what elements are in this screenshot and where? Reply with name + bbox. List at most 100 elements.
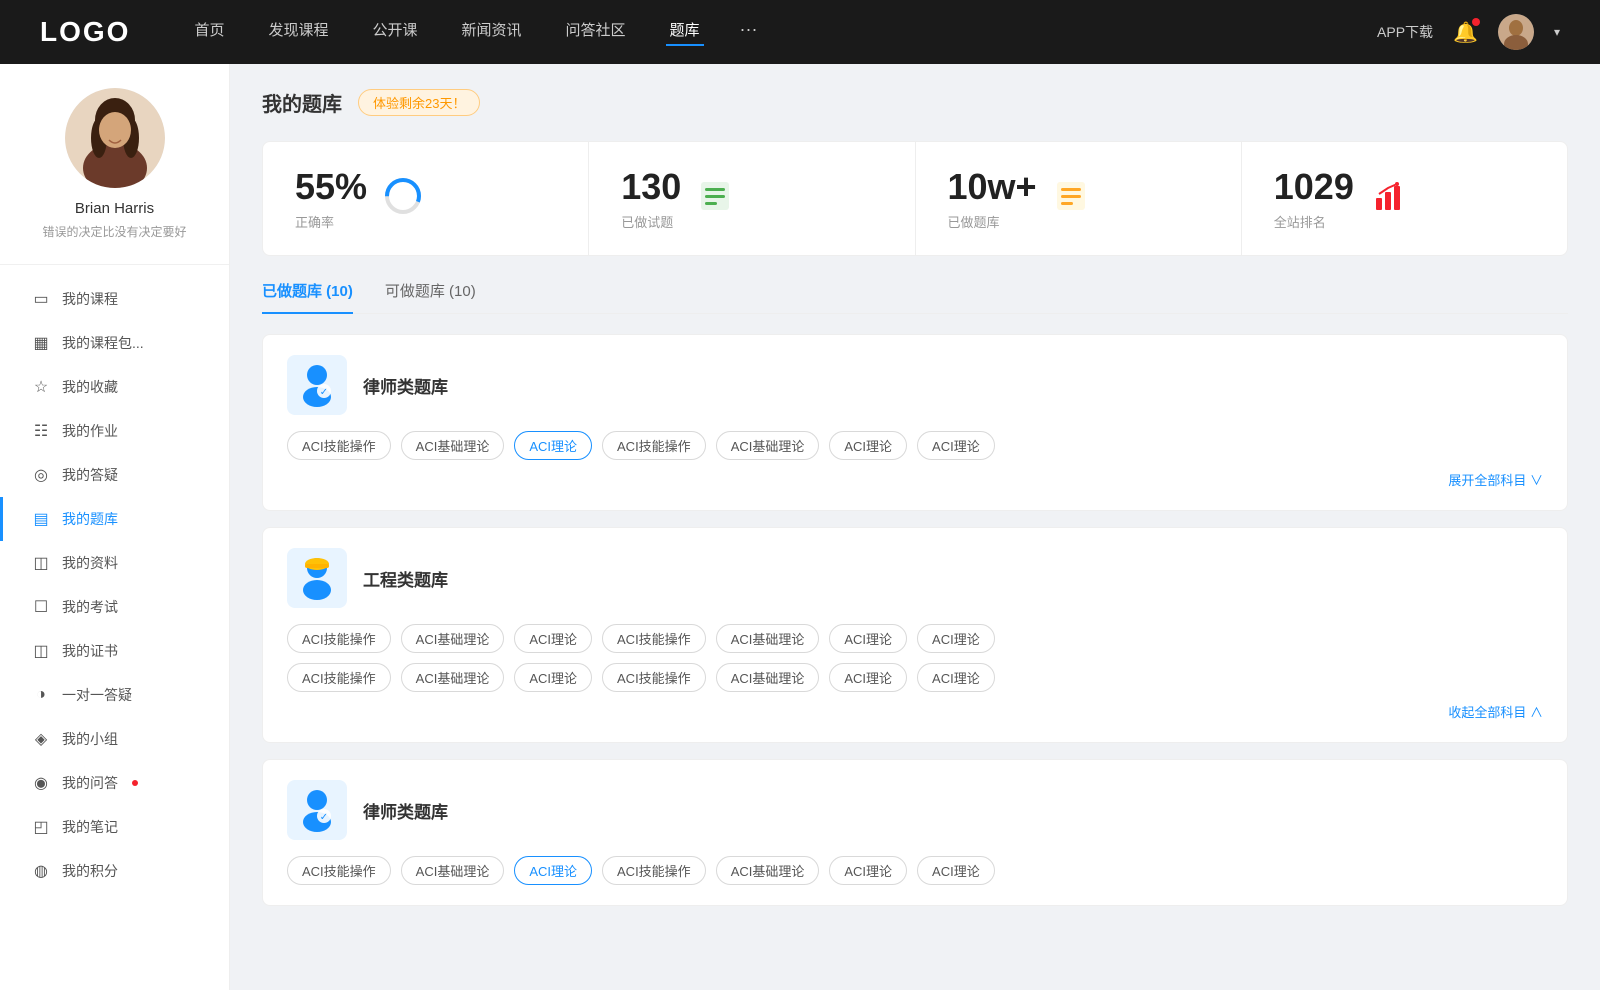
sidebar-item-courses[interactable]: ▭ 我的课程 [0, 277, 229, 321]
bank-tag[interactable]: ACI基础理论 [401, 431, 505, 460]
group-icon: ◈ [32, 729, 50, 749]
nav-news[interactable]: 新闻资讯 [458, 19, 526, 46]
bank-tag[interactable]: ACI技能操作 [287, 663, 391, 692]
bank-tag[interactable]: ACI基础理论 [401, 856, 505, 885]
courses-icon: ▭ [32, 289, 50, 309]
bank-tags-lawyer-2: ACI技能操作 ACI基础理论 ACI理论 ACI技能操作 ACI基础理论 AC… [287, 856, 1543, 885]
bank-tags-lawyer-1: ACI技能操作 ACI基础理论 ACI理论 ACI技能操作 ACI基础理论 AC… [287, 431, 1543, 460]
bank-tags-engineer-row1: ACI技能操作 ACI基础理论 ACI理论 ACI技能操作 ACI基础理论 AC… [287, 624, 1543, 653]
sidebar-label-qa: 我的问答 [62, 773, 118, 793]
bank-tag[interactable]: ACI理论 [917, 431, 995, 460]
tab-available-banks[interactable]: 可做题库 (10) [385, 280, 476, 313]
tutor-icon: ◑ [32, 686, 50, 704]
qa-icon: ◉ [32, 773, 50, 793]
qa-dot [132, 780, 138, 786]
nav-discover[interactable]: 发现课程 [264, 19, 332, 46]
sidebar-label-packages: 我的课程包... [62, 333, 144, 353]
sidebar-item-group[interactable]: ◈ 我的小组 [0, 717, 229, 761]
bank-tag[interactable]: ACI理论 [829, 624, 907, 653]
bank-tag[interactable]: ACI理论 [514, 624, 592, 653]
nav-qa[interactable]: 问答社区 [562, 19, 630, 46]
user-avatar[interactable] [1498, 14, 1534, 50]
bank-tag[interactable]: ACI技能操作 [602, 431, 706, 460]
bank-tag[interactable]: ACI基础理论 [401, 663, 505, 692]
done-questions-icon [697, 178, 733, 219]
stat-done-banks-group: 10w+ 已做题库 [948, 166, 1037, 231]
sidebar-profile: Brian Harris 错误的决定比没有决定要好 [0, 88, 229, 265]
done-banks-value: 10w+ [948, 166, 1037, 208]
sidebar-item-certificates[interactable]: ◫ 我的证书 [0, 629, 229, 673]
nav-question-bank[interactable]: 题库 [666, 19, 704, 46]
bank-tag[interactable]: ACI技能操作 [287, 856, 391, 885]
bank-tag[interactable]: ACI理论 [829, 663, 907, 692]
notification-bell[interactable]: 🔔 [1453, 20, 1478, 45]
bank-tag[interactable]: ACI基础理论 [716, 856, 820, 885]
bank-tag[interactable]: ACI理论 [829, 431, 907, 460]
exams-icon: ☐ [32, 597, 50, 617]
bank-tag[interactable]: ACI技能操作 [287, 624, 391, 653]
favorites-icon: ☆ [32, 377, 50, 397]
homework-icon: ☷ [32, 421, 50, 441]
accuracy-label: 正确率 [295, 212, 367, 231]
certificates-icon: ◫ [32, 641, 50, 661]
bank-tag[interactable]: ACI基础理论 [401, 624, 505, 653]
logo: LOGO [40, 16, 130, 48]
questions-icon: ◎ [32, 465, 50, 485]
bank-tag[interactable]: ACI技能操作 [287, 431, 391, 460]
bank-header-lawyer-2: ✓ 律师类题库 [287, 780, 1543, 840]
bank-tag[interactable]: ACI技能操作 [602, 624, 706, 653]
bank-toggle-engineer[interactable]: 收起全部科目 ∧ [1448, 705, 1543, 720]
sidebar-item-materials[interactable]: ◫ 我的资料 [0, 541, 229, 585]
tab-done-banks[interactable]: 已做题库 (10) [262, 280, 353, 313]
sidebar-item-tutor[interactable]: ◑ 一对一答疑 [0, 673, 229, 717]
sidebar-item-homework[interactable]: ☷ 我的作业 [0, 409, 229, 453]
bank-tag[interactable]: ACI理论 [917, 624, 995, 653]
sidebar-label-questions: 我的答疑 [62, 465, 118, 485]
bank-tag[interactable]: ACI基础理论 [716, 624, 820, 653]
stat-done-banks: 10w+ 已做题库 [916, 142, 1242, 255]
avatar [65, 88, 165, 188]
question-bank-tabs: 已做题库 (10) 可做题库 (10) [262, 280, 1568, 314]
bank-card-lawyer-1: ✓ 律师类题库 ACI技能操作 ACI基础理论 ACI理论 ACI技能操作 AC… [262, 334, 1568, 511]
bank-tag-active[interactable]: ACI理论 [514, 431, 592, 460]
sidebar-item-exams[interactable]: ☐ 我的考试 [0, 585, 229, 629]
bank-footer-lawyer-1: 展开全部科目 ∨ [287, 470, 1543, 490]
stat-accuracy-value-group: 55% 正确率 [295, 166, 367, 231]
bank-tag[interactable]: ACI基础理论 [716, 431, 820, 460]
bank-tag[interactable]: ACI技能操作 [602, 663, 706, 692]
bank-tag[interactable]: ACI理论 [917, 663, 995, 692]
main-content: 我的题库 体验剩余23天！ 55% 正确率 130 [230, 64, 1600, 990]
sidebar-label-tutor: 一对一答疑 [62, 685, 132, 705]
bank-tag[interactable]: ACI理论 [829, 856, 907, 885]
sidebar-item-qa[interactable]: ◉ 我的问答 [0, 761, 229, 805]
sidebar-item-questions[interactable]: ◎ 我的答疑 [0, 453, 229, 497]
bank-title-engineer: 工程类题库 [363, 566, 448, 591]
bank-footer-engineer: 收起全部科目 ∧ [287, 702, 1543, 722]
sidebar-label-group: 我的小组 [62, 729, 118, 749]
sidebar-item-notes[interactable]: ◰ 我的笔记 [0, 805, 229, 849]
bank-tag[interactable]: ACI基础理论 [716, 663, 820, 692]
bank-tags-engineer-row2: ACI技能操作 ACI基础理论 ACI理论 ACI技能操作 ACI基础理论 AC… [287, 663, 1543, 692]
bank-tag-active[interactable]: ACI理论 [514, 856, 592, 885]
sidebar-item-packages[interactable]: ▦ 我的课程包... [0, 321, 229, 365]
done-questions-label: 已做试题 [621, 212, 681, 231]
bank-tag[interactable]: ACI理论 [917, 856, 995, 885]
nav-more[interactable]: ··· [740, 19, 758, 46]
sidebar-item-favorites[interactable]: ☆ 我的收藏 [0, 365, 229, 409]
nav-public-course[interactable]: 公开课 [368, 19, 421, 46]
done-questions-value: 130 [621, 166, 681, 208]
nav-home[interactable]: 首页 [190, 19, 228, 46]
sidebar-item-points[interactable]: ◍ 我的积分 [0, 849, 229, 893]
user-menu-chevron[interactable]: ▾ [1554, 25, 1560, 39]
done-banks-icon [1053, 178, 1089, 219]
bank-tag[interactable]: ACI理论 [514, 663, 592, 692]
sidebar-item-questionbank[interactable]: ▤ 我的题库 [0, 497, 229, 541]
sidebar-label-materials: 我的资料 [62, 553, 118, 573]
sidebar-label-points: 我的积分 [62, 861, 118, 881]
app-download-link[interactable]: APP下载 [1377, 22, 1433, 42]
bank-toggle-lawyer-1[interactable]: 展开全部科目 ∨ [1448, 473, 1543, 488]
navigation: LOGO 首页 发现课程 公开课 新闻资讯 问答社区 题库 ··· APP下载 … [0, 0, 1600, 64]
svg-text:✓: ✓ [320, 387, 328, 398]
done-banks-label: 已做题库 [948, 212, 1037, 231]
bank-tag[interactable]: ACI技能操作 [602, 856, 706, 885]
